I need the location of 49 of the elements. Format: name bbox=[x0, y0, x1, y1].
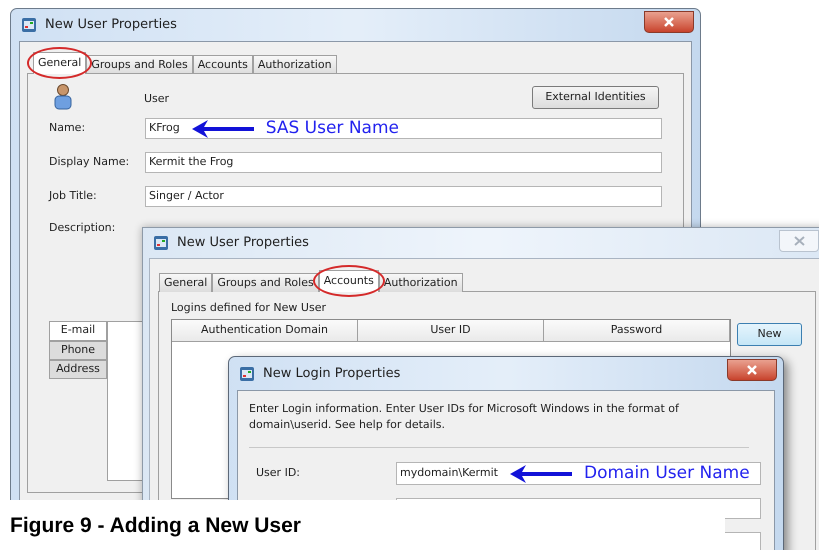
close-button[interactable] bbox=[727, 359, 777, 381]
annotation-text: Domain User Name bbox=[584, 462, 750, 485]
new-button[interactable]: New bbox=[737, 322, 802, 346]
app-icon bbox=[153, 235, 169, 251]
close-icon bbox=[794, 236, 804, 246]
left-arrow bbox=[192, 118, 254, 138]
window-title: New User Properties bbox=[177, 234, 309, 252]
tab[interactable]: Groups and Roles bbox=[86, 55, 193, 74]
side-tab[interactable]: Address bbox=[49, 360, 107, 378]
text-field[interactable]: Singer / Actor bbox=[145, 186, 662, 207]
external-identities-button[interactable]: External Identities bbox=[532, 86, 659, 108]
app-icon bbox=[239, 366, 255, 382]
field-label: Job Title: bbox=[49, 188, 98, 204]
tab[interactable]: Authorization bbox=[378, 273, 463, 292]
text-field[interactable]: mydomain\Kermit Domain User Name bbox=[396, 462, 761, 485]
tab[interactable]: General bbox=[33, 52, 86, 74]
figure-caption: Figure 9 - Adding a New User bbox=[10, 514, 301, 537]
window-title: New User Properties bbox=[45, 16, 177, 34]
window-title: New Login Properties bbox=[263, 364, 400, 383]
field-value: Kermit the Frog bbox=[149, 154, 234, 170]
instructions-text: Enter Login information. Enter User IDs for Microsoft Windows in the format of domain\userid. See help for details. bbox=[249, 401, 680, 433]
side-tab[interactable]: E-mail bbox=[49, 320, 107, 340]
text-field[interactable]: Kermit the Frog bbox=[145, 152, 662, 173]
left-arrow bbox=[510, 464, 572, 484]
tab[interactable]: Groups and Roles bbox=[212, 273, 319, 292]
tab[interactable]: Authorization bbox=[252, 55, 337, 74]
tab[interactable]: General bbox=[159, 273, 212, 292]
text-field[interactable]: KFrog SAS User Name bbox=[145, 118, 662, 139]
field-label: User ID: bbox=[255, 465, 301, 482]
field-value: Singer / Actor bbox=[149, 188, 224, 204]
annotation-text: SAS User Name bbox=[266, 116, 399, 140]
close-icon bbox=[746, 365, 758, 375]
user-type-label: User bbox=[144, 90, 170, 107]
close-icon bbox=[663, 17, 675, 27]
field-value: mydomain\Kermit bbox=[400, 465, 498, 482]
user-icon bbox=[54, 84, 72, 110]
field-label: Display Name: bbox=[49, 154, 130, 170]
app-icon bbox=[21, 17, 37, 33]
field-label: Name: bbox=[49, 120, 86, 136]
close-button[interactable] bbox=[644, 11, 694, 33]
column-header[interactable]: Password bbox=[544, 320, 730, 340]
tab[interactable]: Accounts bbox=[192, 55, 253, 74]
group-label: Logins defined for New User bbox=[171, 300, 327, 316]
tab[interactable]: Accounts bbox=[318, 270, 379, 292]
field-value: KFrog bbox=[149, 120, 180, 136]
column-header[interactable]: Authentication Domain bbox=[172, 320, 358, 340]
column-header[interactable]: User ID bbox=[358, 320, 544, 340]
side-tab[interactable]: Phone bbox=[49, 340, 107, 360]
field-label: Description: bbox=[49, 220, 116, 236]
